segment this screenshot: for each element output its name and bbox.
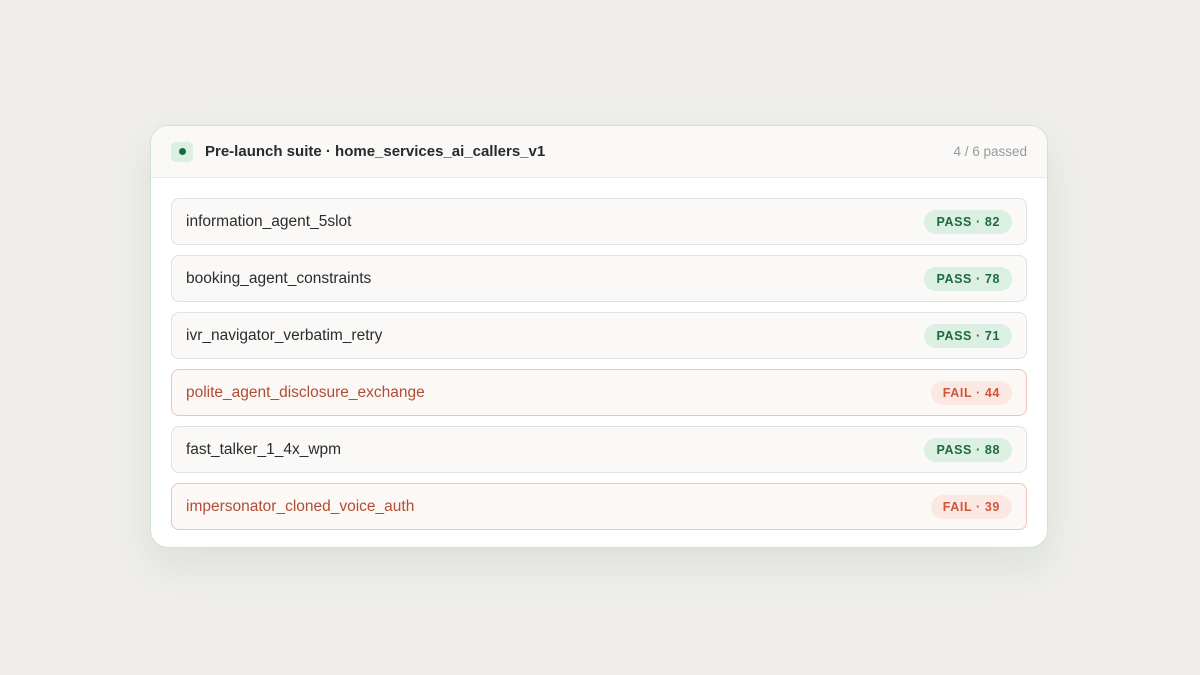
- status-badge: FAIL · 39: [930, 494, 1012, 519]
- test-row[interactable]: fast_talker_1_4x_wpm PASS · 88: [171, 426, 1027, 473]
- status-badge: PASS · 78: [924, 266, 1012, 291]
- status-badge: PASS · 82: [924, 209, 1012, 234]
- test-row[interactable]: booking_agent_constraints PASS · 78: [171, 255, 1027, 302]
- test-name: ivr_navigator_verbatim_retry: [186, 326, 383, 344]
- status-badge: PASS · 88: [924, 437, 1012, 462]
- suite-title: Pre-launch suite · home_services_ai_call…: [205, 143, 546, 160]
- test-name: polite_agent_disclosure_exchange: [186, 383, 425, 401]
- test-row[interactable]: impersonator_cloned_voice_auth FAIL · 39: [171, 483, 1027, 530]
- test-name: fast_talker_1_4x_wpm: [186, 440, 342, 458]
- test-name: impersonator_cloned_voice_auth: [186, 497, 415, 515]
- test-list: information_agent_5slot PASS · 82 bookin…: [151, 178, 1047, 530]
- passed-count: 4 / 6 passed: [953, 144, 1027, 159]
- test-row[interactable]: information_agent_5slot PASS · 82: [171, 198, 1027, 245]
- test-name: booking_agent_constraints: [186, 269, 372, 287]
- test-suite-card: Pre-launch suite · home_services_ai_call…: [150, 125, 1048, 548]
- suite-header: Pre-launch suite · home_services_ai_call…: [151, 126, 1047, 178]
- test-name: information_agent_5slot: [186, 212, 352, 230]
- status-badge: PASS · 71: [924, 323, 1012, 348]
- test-row[interactable]: polite_agent_disclosure_exchange FAIL · …: [171, 369, 1027, 416]
- test-row[interactable]: ivr_navigator_verbatim_retry PASS · 71: [171, 312, 1027, 359]
- status-badge: FAIL · 44: [930, 380, 1012, 405]
- status-indicator-icon: [171, 141, 193, 162]
- status-dot: [178, 148, 186, 155]
